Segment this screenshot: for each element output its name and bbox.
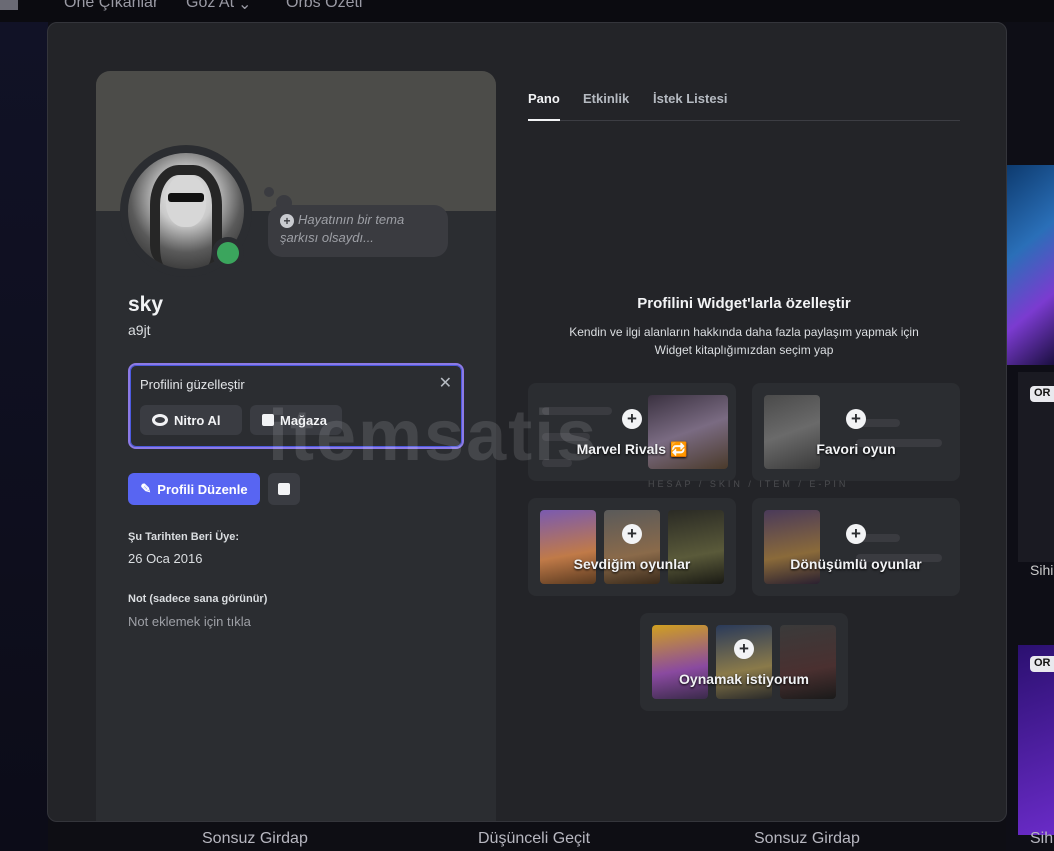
plus-icon: + [280,214,294,228]
background-bottom-title[interactable]: Düşünceli Geçit [466,822,602,851]
background-art [1006,165,1054,365]
background-badge: OR [1030,656,1054,672]
nitro-icon [152,414,168,426]
background-bottom-title[interactable]: Sonsuz Girdap [742,822,872,851]
edit-profile-label: Profili Düzenle [157,481,248,497]
member-since-label: Şu Tarihten Beri Üye: [128,531,240,543]
watermark: itemsatis [268,396,599,476]
note-input[interactable]: Not eklemek için tıkla [128,614,251,629]
watermark-subtitle: HESAP / SKIN / ITEM / E-PIN [648,479,849,489]
widgets-description: Kendin ve ilgi alanların hakkında daha f… [569,325,919,357]
tab-pano[interactable]: Pano [528,91,560,121]
close-icon[interactable]: ✕ [439,373,452,393]
add-icon: + [846,524,866,544]
username: a9jt [128,322,151,338]
widget-label: Dönüşümlü oyunlar [790,556,922,572]
background-card-title: Sihi [1030,562,1054,578]
add-icon: + [734,639,754,659]
widget-want-to-play[interactable]: + Oynamak istiyorum [640,613,848,711]
edit-profile-button[interactable]: ✎ Profili Düzenle [128,473,260,505]
shop-icon-button[interactable] [268,473,300,505]
home-icon[interactable] [0,0,18,10]
add-icon: + [846,409,866,429]
widget-loved-games[interactable]: + Sevdiğim oyunlar [528,498,736,596]
add-icon: + [622,409,642,429]
note-label: Not (sadece sana görünür) [128,593,268,605]
display-name: sky [128,293,164,316]
widgets-title: Profilini Widget'larla özelleştir [637,295,851,312]
nav-orbs[interactable]: Orbs Özeti [286,0,362,12]
widget-favorite-game[interactable]: + Favori oyun [752,383,960,481]
member-since-value: 26 Oca 2016 [128,551,203,566]
pencil-icon: ✎ [140,481,152,496]
tab-etkinlik[interactable]: Etkinlik [583,91,629,106]
widget-label: Oynamak istiyorum [679,671,809,687]
background-top-nav: Öne Çıkanlar Göz At ⌄ Orbs Özeti [0,0,1054,22]
shop-icon [278,483,290,495]
background-bottom-title[interactable]: Sonsuz Girdap [190,822,320,851]
avatar[interactable] [120,145,252,277]
profile-tabs: Pano Etkinlik İstek Listesi [528,91,960,121]
theme-song-placeholder: Hayatının bir tema şarkısı olsaydı... [280,212,405,245]
online-status-icon [212,237,244,269]
background-badge: OR [1030,386,1054,402]
profile-modal: + Hayatının bir tema şarkısı olsaydı... s… [47,22,1007,822]
nitro-button[interactable]: Nitro Al [140,405,242,435]
add-icon: + [622,524,642,544]
nav-featured[interactable]: Öne Çıkanlar [64,0,158,12]
widget-label: Favori oyun [816,441,896,457]
nav-browse[interactable]: Göz At [186,0,234,12]
chevron-down-icon: ⌄ [238,0,252,13]
widget-rotating-games[interactable]: + Dönüşümlü oyunlar [752,498,960,596]
widget-label: Sevdiğim oyunlar [573,556,691,572]
customize-title: Profilini güzelleştir [140,377,245,392]
tab-istek-listesi[interactable]: İstek Listesi [653,91,727,106]
nitro-button-label: Nitro Al [174,412,221,428]
theme-song-bubble[interactable]: + Hayatının bir tema şarkısı olsaydı... [268,205,448,257]
background-left [0,22,48,851]
background-card-art[interactable] [1018,645,1054,835]
background-bottom-title[interactable]: Sihi [1018,822,1054,851]
